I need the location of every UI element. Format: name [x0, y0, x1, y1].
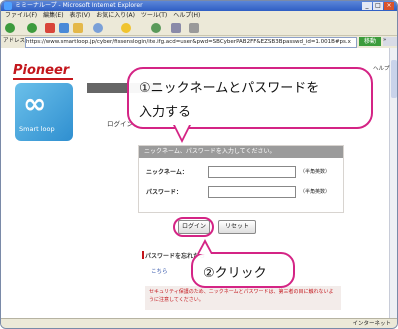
nickname-note: （半角英数） [300, 169, 331, 175]
forgot-password-link[interactable]: こちら [151, 267, 168, 275]
password-label: パスワード： [146, 189, 183, 196]
favorites-icon[interactable] [121, 23, 131, 33]
help-link[interactable]: ヘルプ [373, 64, 390, 72]
home-icon[interactable] [73, 23, 83, 33]
vertical-scrollbar[interactable] [389, 48, 397, 318]
minimize-button[interactable]: _ [362, 2, 372, 10]
step1-pointer-inner [175, 125, 189, 139]
login-form: ニックネーム、パスワードを入力してください。 ニックネーム： （半角英数） パス… [138, 145, 344, 213]
step1-text-line2: 入力する [139, 105, 192, 120]
back-icon[interactable] [5, 23, 15, 33]
links-button[interactable]: » [383, 37, 397, 46]
step2-callout: ②クリック [191, 252, 295, 288]
step1-text-line1: ①ニックネームとパスワードを [139, 81, 320, 96]
menu-file[interactable]: ファイル(F) [5, 12, 37, 19]
window-controls: _ □ × [362, 2, 394, 10]
status-bar: インターネット [1, 318, 397, 328]
maximize-button[interactable]: □ [373, 2, 383, 10]
menu-view[interactable]: 表示(V) [69, 12, 90, 19]
logo-underline [13, 78, 73, 80]
forward-icon[interactable] [27, 23, 37, 33]
menu-help[interactable]: ヘルプ(H) [173, 12, 200, 19]
internet-zone: インターネット [352, 321, 391, 327]
password-input[interactable] [208, 186, 296, 198]
close-button[interactable]: × [384, 2, 394, 10]
toolbar [1, 21, 397, 36]
menu-bar: ファイル(F) 編集(E) 表示(V) お気に入り(A) ツール(T) ヘルプ(… [1, 11, 397, 21]
step2-text: ②クリック [203, 266, 267, 281]
nickname-row: ニックネーム： （半角英数） [144, 166, 338, 178]
service-name: Smart loop [19, 125, 55, 133]
nickname-label: ニックネーム： [146, 169, 188, 176]
address-bar: アドレス(D) https://www.smartloop.jp/cyber/f… [1, 36, 397, 48]
password-note: （半角英数） [300, 189, 331, 195]
window-title: ミミーナループ - Microsoft Internet Explorer [15, 2, 143, 9]
smart-loop-logo: ∞ Smart loop [15, 83, 73, 141]
nickname-input[interactable] [208, 166, 296, 178]
mail-icon[interactable] [171, 23, 181, 33]
refresh-icon[interactable] [59, 23, 69, 33]
login-highlight-ring [173, 217, 214, 237]
history-icon[interactable] [151, 23, 161, 33]
step1-callout: ①ニックネームとパスワードを 入力する [127, 67, 373, 129]
go-button[interactable]: 移動 [359, 37, 381, 46]
infinity-icon: ∞ [23, 87, 47, 120]
scrollbar-thumb[interactable] [391, 60, 397, 98]
search-icon[interactable] [93, 23, 103, 33]
section-marker [142, 251, 144, 259]
form-header: ニックネーム、パスワードを入力してください。 [139, 146, 343, 158]
menu-edit[interactable]: 編集(E) [43, 12, 63, 19]
address-input[interactable]: https://www.smartloop.jp/cyber/fissenslo… [25, 37, 357, 48]
pioneer-logo: Pioneer [13, 63, 70, 78]
reset-button[interactable]: リセット [218, 220, 256, 234]
print-icon[interactable] [189, 23, 199, 33]
title-bar[interactable]: ミミーナループ - Microsoft Internet Explorer _ … [1, 1, 397, 11]
security-warning: セキュリティ保護のため、ニックネームとパスワードは、第三者の目に触れないように注… [145, 286, 341, 310]
menu-tools[interactable]: ツール(T) [141, 12, 167, 19]
stop-icon[interactable] [45, 23, 55, 33]
step2-pointer-inner [199, 243, 211, 254]
ie-icon [4, 2, 12, 10]
menu-favorites[interactable]: お気に入り(A) [96, 12, 135, 19]
password-row: パスワード： （半角英数） [144, 186, 338, 198]
browser-window: ミミーナループ - Microsoft Internet Explorer _ … [0, 0, 398, 329]
